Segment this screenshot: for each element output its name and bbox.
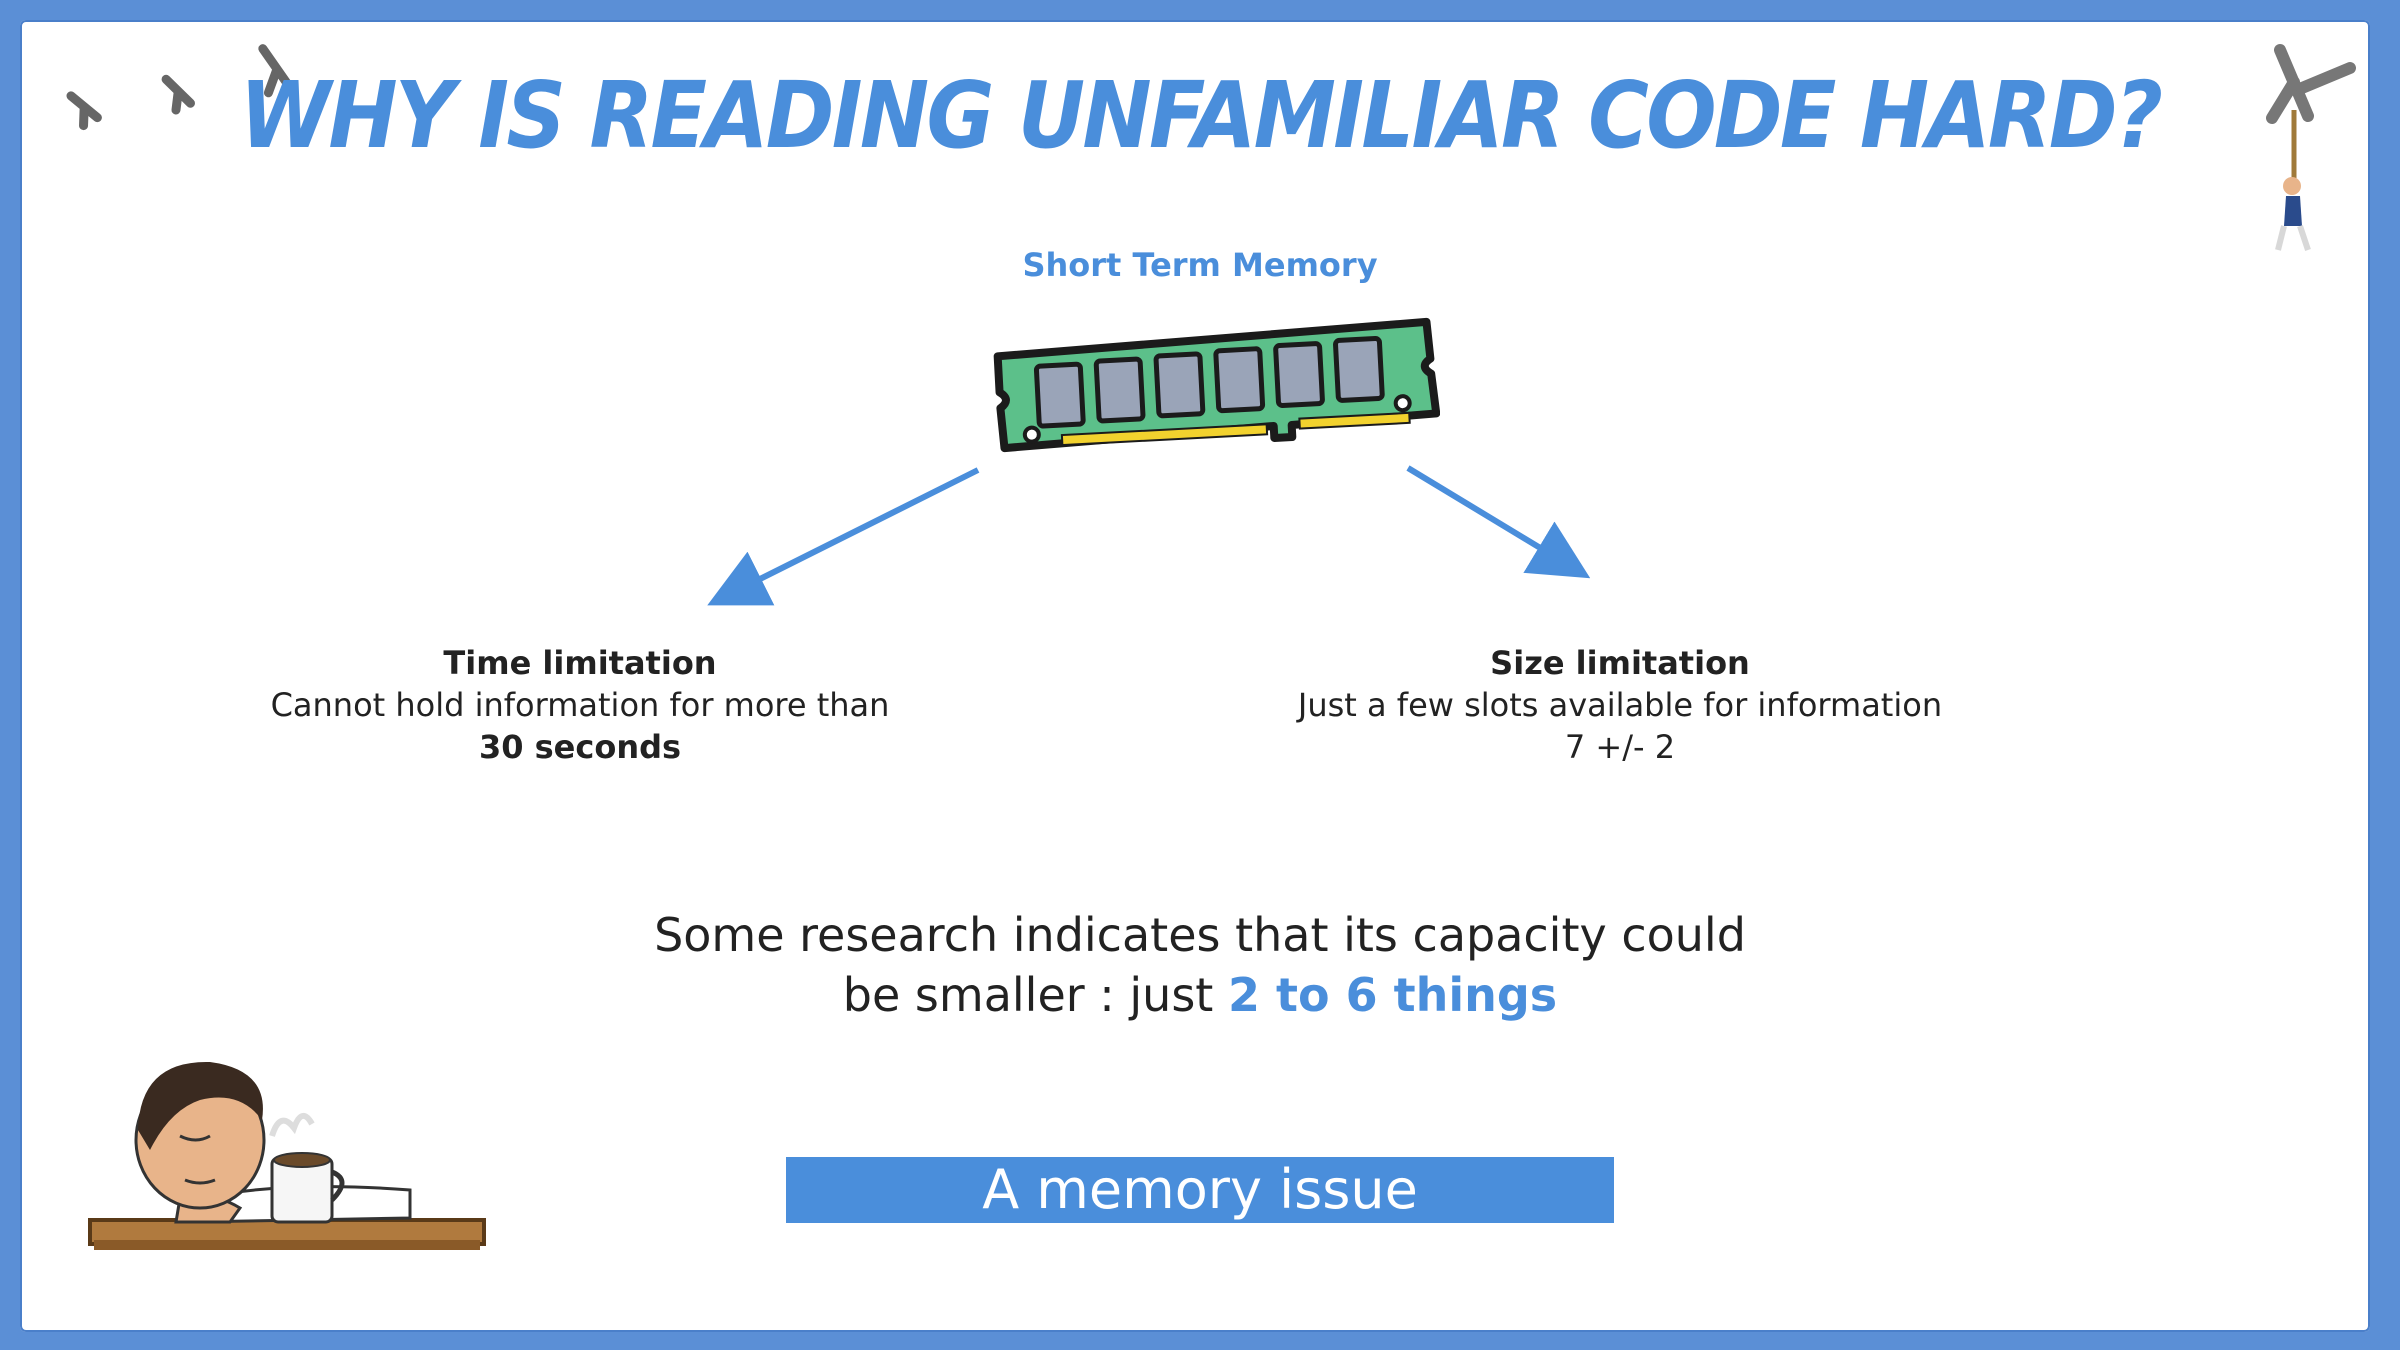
arrow-to-time-limit bbox=[707, 467, 980, 606]
size-limitation-block: Size limitation Just a few slots availab… bbox=[1260, 642, 1980, 768]
time-limitation-heading: Time limitation bbox=[443, 644, 717, 682]
time-limitation-block: Time limitation Cannot hold information … bbox=[240, 642, 920, 768]
research-line-1: Some research indicates that its capacit… bbox=[654, 908, 1746, 962]
size-limitation-value: 7 +/- 2 bbox=[1564, 728, 1676, 766]
size-limitation-text: Just a few slots available for informati… bbox=[1297, 686, 1943, 724]
coffee-mug-icon bbox=[269, 1113, 345, 1224]
arrow-to-size-limit bbox=[1406, 465, 1591, 579]
size-limitation-heading: Size limitation bbox=[1490, 644, 1750, 682]
sleeping-person-illustration bbox=[88, 1061, 486, 1250]
research-note: Some research indicates that its capacit… bbox=[0, 905, 2400, 1025]
research-line-2: be smaller : just 2 to 6 things bbox=[0, 965, 2400, 1025]
research-highlight: 2 to 6 things bbox=[1227, 968, 1558, 1022]
time-limitation-text: Cannot hold information for more than bbox=[270, 686, 890, 724]
research-line-2-prefix: be smaller : just bbox=[842, 968, 1228, 1022]
time-limitation-value: 30 seconds bbox=[478, 728, 682, 766]
memory-issue-banner: A memory issue bbox=[786, 1157, 1614, 1223]
